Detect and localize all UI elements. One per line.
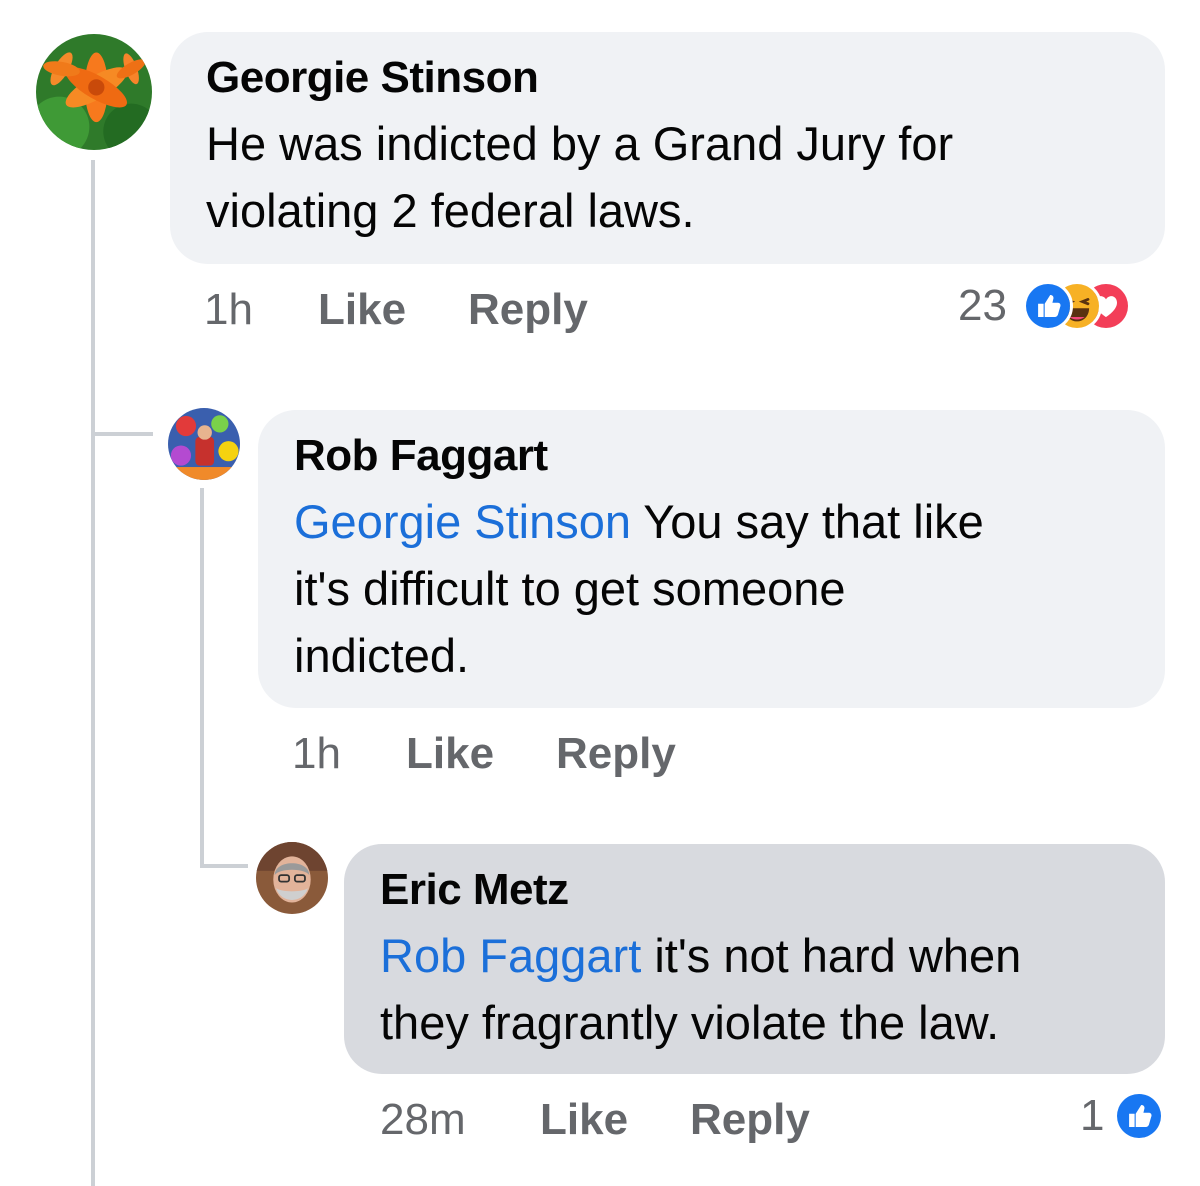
avatar-image	[168, 408, 240, 480]
thread-line-main	[91, 160, 95, 1186]
reply-time[interactable]: 1h	[292, 724, 341, 784]
comment-author[interactable]: Georgie Stinson	[206, 52, 1129, 104]
reply-text-line: it's difficult to get someone	[294, 562, 846, 615]
reply-text: Rob Faggart it's not hard when they frag…	[380, 922, 1129, 1056]
reply-author[interactable]: Eric Metz	[380, 864, 1129, 916]
reply-button[interactable]: Reply	[556, 724, 676, 784]
avatar-image	[256, 842, 328, 914]
like-button[interactable]: Like	[406, 724, 494, 784]
like-icon	[1114, 1091, 1164, 1141]
like-button[interactable]: Like	[318, 280, 406, 340]
comment-text: He was indicted by a Grand Jury for viol…	[206, 117, 954, 237]
thread-line-rob	[200, 488, 204, 866]
reaction-summary[interactable]: 1	[1070, 1086, 1165, 1146]
reaction-count: 23	[958, 281, 1007, 330]
reaction-summary[interactable]: 23	[950, 276, 1165, 336]
reply-time[interactable]: 28m	[380, 1090, 466, 1150]
thread-branch-eric	[200, 864, 248, 868]
comment-actions: 1h Like Reply	[204, 280, 724, 340]
comment-time[interactable]: 1h	[204, 280, 253, 340]
avatar-rob-faggart[interactable]	[168, 408, 240, 480]
reply-button[interactable]: Reply	[468, 280, 588, 340]
reply-actions: 1h Like Reply	[292, 724, 812, 784]
reply-text-line: indicted.	[294, 629, 470, 682]
avatar-image	[36, 34, 152, 150]
reply-text: Georgie Stinson You say that like it's d…	[294, 488, 1129, 689]
reply-button[interactable]: Reply	[690, 1090, 810, 1150]
reply-text-line: You say that like	[631, 495, 984, 548]
reply-bubble[interactable]: Rob Faggart Georgie Stinson You say that…	[258, 410, 1165, 708]
comment-bubble[interactable]: Georgie Stinson He was indicted by a Gra…	[170, 32, 1165, 264]
like-icon	[1023, 281, 1073, 331]
thread-branch-rob	[91, 432, 153, 436]
reaction-count: 1	[1080, 1091, 1105, 1140]
mention-link[interactable]: Rob Faggart	[380, 929, 641, 982]
reply-actions: 28m Like Reply	[380, 1090, 900, 1150]
avatar-eric-metz[interactable]	[256, 842, 328, 914]
reply-author[interactable]: Rob Faggart	[294, 430, 1129, 482]
avatar-georgie-stinson[interactable]	[36, 34, 152, 150]
like-button[interactable]: Like	[540, 1090, 628, 1150]
mention-link[interactable]: Georgie Stinson	[294, 495, 631, 548]
reply-bubble-highlighted[interactable]: Eric Metz Rob Faggart it's not hard when…	[344, 844, 1165, 1074]
reply-text-line: they fragrantly violate the law.	[380, 996, 1000, 1049]
reply-text-line: it's not hard when	[641, 929, 1022, 982]
